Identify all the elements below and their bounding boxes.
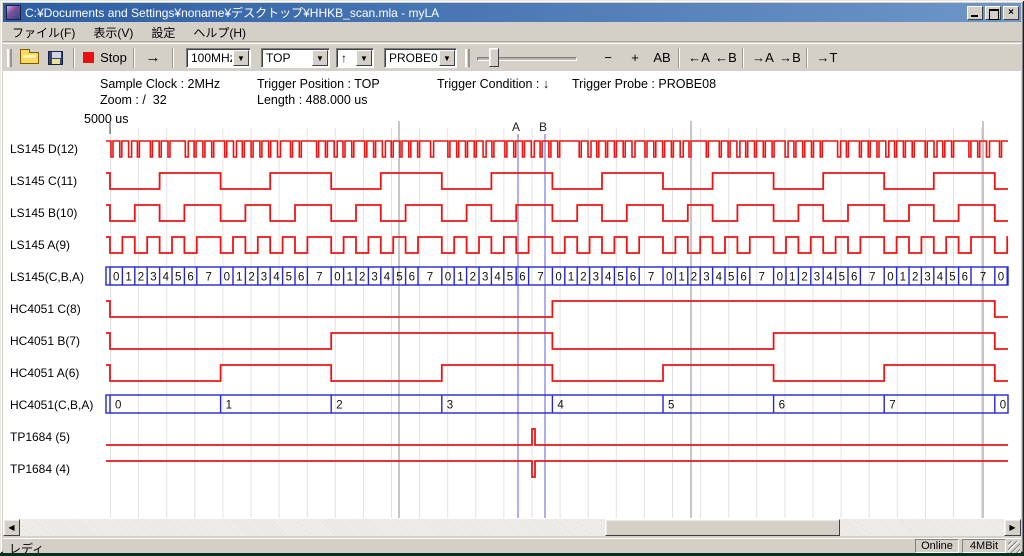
channel-label: LS145 D(12)	[10, 142, 106, 156]
close-button-icon[interactable]: ×	[1003, 6, 1019, 20]
menu-item-1[interactable]: 表示(V)	[84, 22, 142, 43]
toolbar-separator	[678, 48, 680, 68]
nav-button-B[interactable]: →B	[777, 46, 803, 69]
trigger-position-value: TOP	[262, 49, 311, 67]
app-icon	[6, 5, 21, 20]
horizontal-scrollbar[interactable]: ◀ ▶	[3, 519, 1021, 536]
maximize-button-icon[interactable]	[985, 6, 1001, 20]
toolbar-separator	[133, 48, 135, 68]
clock-value: 100MHz	[187, 49, 232, 67]
online-status-badge: Online	[915, 539, 959, 553]
minimize-button-icon[interactable]	[967, 6, 983, 20]
channel-label: LS145 C(11)	[10, 174, 106, 188]
probe-value: PROBE00	[385, 49, 438, 67]
toolbar-separator	[742, 48, 744, 68]
menu-item-3[interactable]: ヘルプ(H)	[184, 22, 255, 43]
timeline-start-label: 5000 us	[84, 112, 128, 126]
menu-item-2[interactable]: 設定	[142, 22, 184, 43]
nav-button-B[interactable]: ←B	[713, 46, 739, 69]
channel-label: LS145(C,B,A)	[10, 270, 106, 284]
zoom-slider-thumb[interactable]	[489, 48, 499, 67]
channel-label: TP1684 (5)	[10, 430, 106, 444]
save-button[interactable]	[43, 46, 67, 69]
scroll-left-arrow-icon[interactable]: ◀	[3, 519, 20, 536]
channel-label: HC4051 A(6)	[10, 366, 106, 380]
trigger-edge-value: ↑	[337, 49, 355, 67]
menu-item-0[interactable]: ファイル(F)	[3, 22, 84, 43]
trigger-edge-select[interactable]: ↑ ▼	[336, 48, 374, 68]
stop-label: Stop	[100, 50, 127, 65]
title-bar[interactable]: C:¥Documents and Settings¥noname¥デスクトップ¥…	[3, 3, 1021, 22]
chevron-down-icon[interactable]: ▼	[233, 50, 249, 66]
chevron-down-icon[interactable]: ▼	[439, 50, 455, 66]
toolbar-gripper[interactable]	[465, 49, 470, 67]
stop-square-icon	[83, 52, 94, 63]
scroll-right-arrow-icon[interactable]: ▶	[1004, 519, 1021, 536]
memory-size-badge: 4MBit	[962, 539, 1006, 553]
toolbar: Stop → 100MHz ▼ TOP ▼ ↑ ▼ PROBE00 ▼ −+AB…	[3, 43, 1021, 71]
channel-label: HC4051 C(8)	[10, 302, 106, 316]
toolbar-separator	[172, 48, 174, 68]
channel-label: HC4051(C,B,A)	[10, 398, 106, 412]
run-button[interactable]: →	[140, 46, 166, 69]
info-trigger-probe: Trigger Probe : PROBE08	[572, 77, 716, 91]
probe-select[interactable]: PROBE00 ▼	[384, 48, 457, 68]
menu-bar: ファイル(F)表示(V)設定ヘルプ(H)	[3, 23, 1021, 42]
stop-button[interactable]: Stop	[81, 46, 129, 69]
nav-button-A[interactable]: →A	[750, 46, 776, 69]
channel-label: TP1684 (4)	[10, 462, 106, 476]
info-trigger-condition: Trigger Condition : ↓	[437, 77, 549, 91]
info-length: Length : 488.000 us	[257, 93, 368, 107]
waveform-area[interactable]	[3, 71, 1021, 519]
toolbar-separator	[806, 48, 808, 68]
clock-select[interactable]: 100MHz ▼	[186, 48, 251, 68]
channel-label: LS145 A(9)	[10, 238, 106, 252]
info-trigger-position: Trigger Position : TOP	[257, 77, 380, 91]
channel-label: LS145 B(10)	[10, 206, 106, 220]
status-bar: レディ Online 4MBit	[3, 538, 1021, 553]
nav-button-+[interactable]: +	[622, 46, 648, 69]
open-button[interactable]	[16, 46, 42, 69]
nav-button-A[interactable]: ←A	[686, 46, 712, 69]
floppy-save-icon	[48, 51, 63, 65]
info-zoom: Zoom : / 32	[100, 93, 167, 107]
channel-label: HC4051 B(7)	[10, 334, 106, 348]
nav-button-T[interactable]: →T	[814, 46, 840, 69]
chevron-down-icon[interactable]: ▼	[356, 50, 372, 66]
info-sample-clock: Sample Clock : 2MHz	[100, 77, 220, 91]
toolbar-gripper[interactable]	[7, 49, 12, 67]
window-title: C:¥Documents and Settings¥noname¥デスクトップ¥…	[25, 4, 967, 21]
toolbar-separator	[73, 48, 75, 68]
folder-open-icon	[20, 52, 39, 64]
nav-button-AB[interactable]: AB	[649, 46, 675, 69]
nav-button-−[interactable]: −	[595, 46, 621, 69]
scrollbar-thumb[interactable]	[605, 519, 840, 536]
resize-grip[interactable]	[1008, 541, 1020, 553]
app-window: C:¥Documents and Settings¥noname¥デスクトップ¥…	[0, 0, 1024, 553]
trigger-position-select[interactable]: TOP ▼	[261, 48, 330, 68]
run-arrow-icon: →	[146, 49, 161, 66]
chevron-down-icon[interactable]: ▼	[312, 50, 328, 66]
